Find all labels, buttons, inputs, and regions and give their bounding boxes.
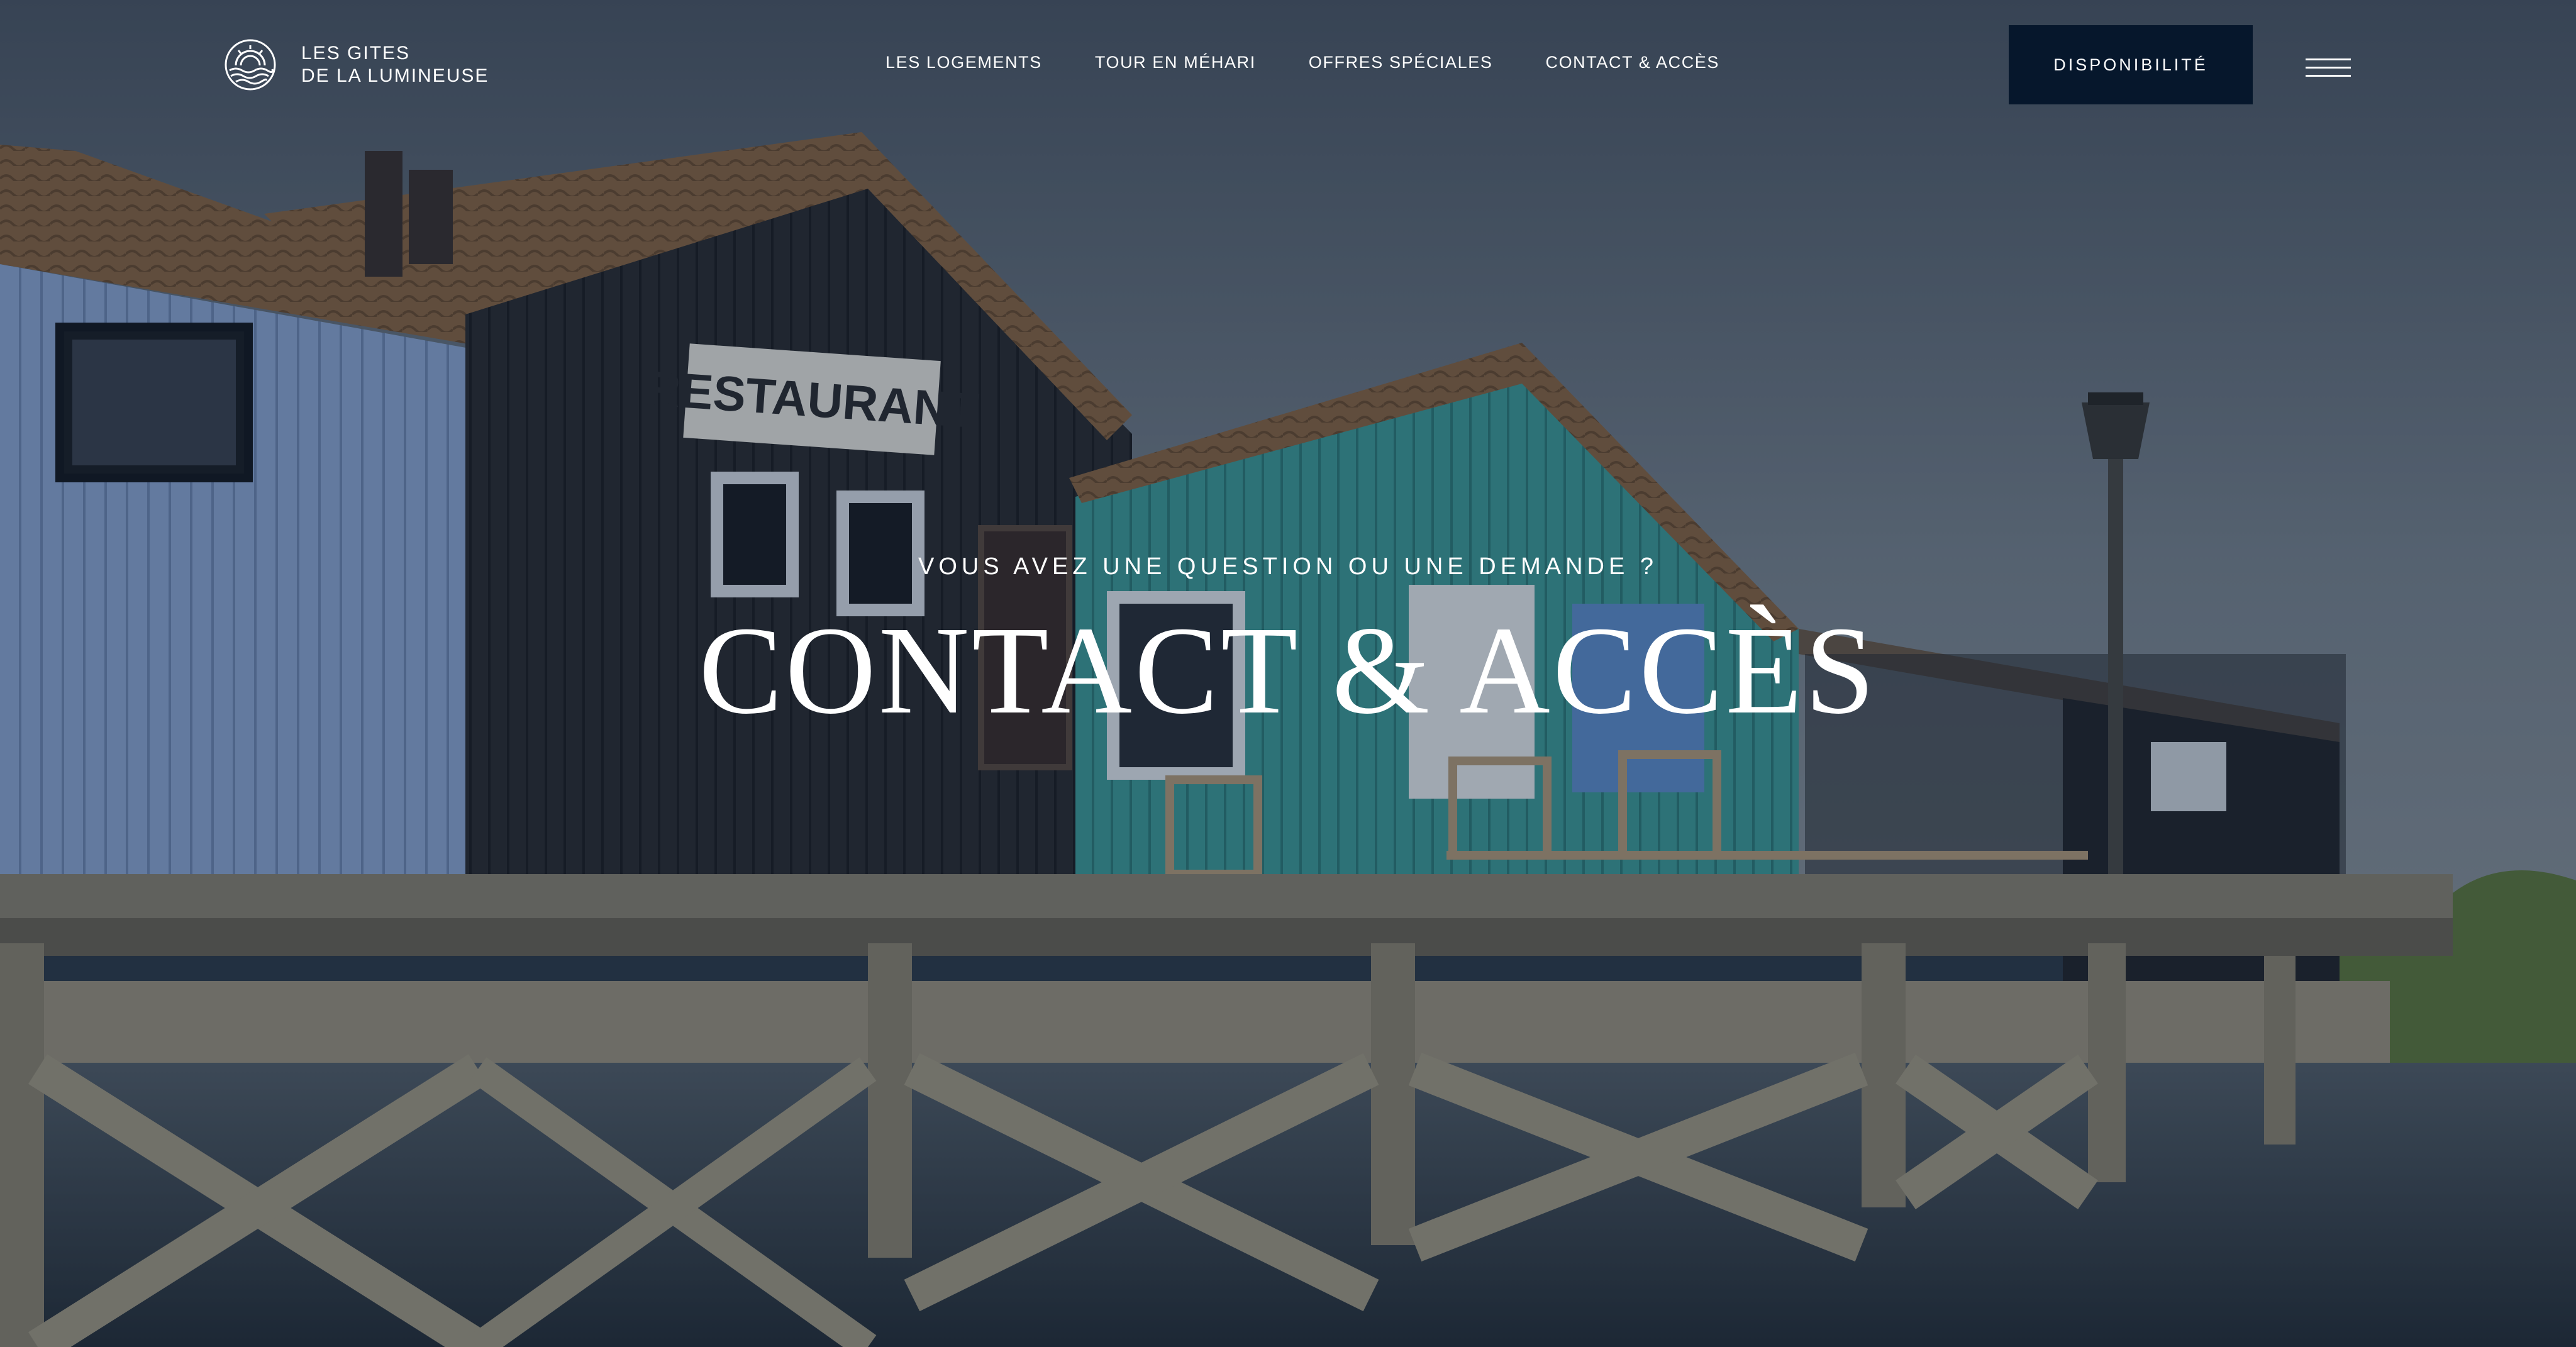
- hamburger-line: [2306, 58, 2351, 60]
- hamburger-line: [2306, 67, 2351, 69]
- hamburger-line: [2306, 75, 2351, 77]
- nav-link-tour-mehari[interactable]: TOUR EN MÉHARI: [1095, 53, 1256, 72]
- nav-link-contact-acces[interactable]: CONTACT & ACCÈS: [1545, 53, 1719, 72]
- page-title: CONTACT & ACCÈS: [699, 601, 1877, 740]
- hero-eyebrow: VOUS AVEZ UNE QUESTION OU UNE DEMANDE ?: [918, 553, 1658, 580]
- brand-name-line2: DE LA LUMINEUSE: [301, 65, 489, 86]
- brand-name-line1: LES GITES: [301, 43, 411, 64]
- brand-name: LES GITES DE LA LUMINEUSE: [301, 42, 489, 87]
- sunrise-waves-icon: [225, 39, 276, 91]
- hamburger-menu-icon[interactable]: [2306, 57, 2351, 82]
- site-header: LES GITES DE LA LUMINEUSE LES LOGEMENTS …: [0, 0, 2576, 132]
- main-navigation: LES LOGEMENTS TOUR EN MÉHARI OFFRES SPÉC…: [886, 53, 1719, 72]
- nav-link-logements[interactable]: LES LOGEMENTS: [886, 53, 1042, 72]
- brand-logo[interactable]: LES GITES DE LA LUMINEUSE: [223, 38, 489, 92]
- page: RESTAURANT LES GITES DE LA LUMINEUSE LES…: [0, 0, 2576, 1347]
- hero-section: VOUS AVEZ UNE QUESTION OU UNE DEMANDE ? …: [0, 553, 2576, 734]
- nav-link-offres-speciales[interactable]: OFFRES SPÉCIALES: [1309, 53, 1493, 72]
- availability-button[interactable]: DISPONIBILITÉ: [2009, 25, 2253, 104]
